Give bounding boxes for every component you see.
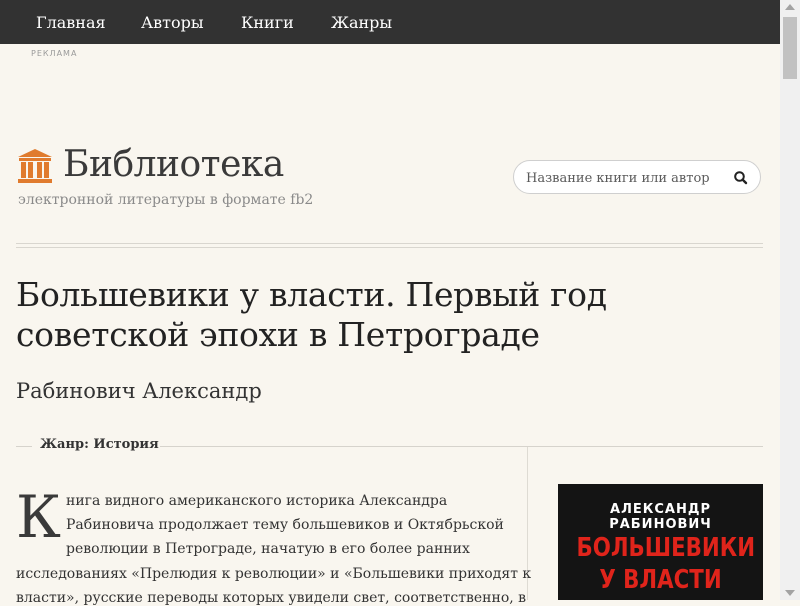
library-building-icon[interactable] (16, 148, 54, 186)
site-logo-title[interactable]: Библиотека (63, 144, 284, 185)
cover-author-text: АЛЕКСАНДР РАБИНОВИЧ (609, 502, 712, 532)
ad-label: РЕКЛАМА (31, 49, 78, 58)
book-cover-image[interactable]: АЛЕКСАНДР РАБИНОВИЧ БОЛЬШЕВИКИ У ВЛАСТИ (558, 484, 763, 600)
description-line: исследованиях «Прелюдия к революции» и «… (16, 566, 532, 582)
description-line: нига видного американского историка Алек… (66, 493, 448, 509)
search-box (513, 160, 761, 194)
cover-title-text: БОЛЬШЕВИКИ У ВЛАСТИ (576, 532, 756, 596)
nav-item-books[interactable]: Книги (241, 13, 294, 32)
cover-title-line: У ВЛАСТИ (599, 565, 722, 595)
genre-divider-left (16, 446, 32, 447)
site-tagline: электронной литературы в формате fb2 (18, 192, 314, 208)
search-icon[interactable] (732, 169, 750, 187)
nav-item-genres[interactable]: Жанры (331, 13, 392, 32)
nav-item-authors[interactable]: Авторы (141, 13, 204, 32)
description-dropcap: К (16, 483, 61, 551)
genre-divider-right (160, 446, 763, 447)
book-author-link[interactable]: Рабинович Александр (16, 379, 262, 403)
nav-item-home[interactable]: Главная (36, 13, 106, 32)
description-line: Рабиновича продолжает тему большевиков и… (66, 517, 504, 533)
top-navbar: Главная Авторы Книги Жанры (0, 0, 780, 44)
genre-row: Жанр: История (40, 437, 159, 452)
scroll-thumb[interactable] (783, 17, 797, 79)
header-divider (16, 243, 763, 248)
genre-label: Жанр: (40, 437, 89, 452)
genre-link[interactable]: История (93, 437, 158, 452)
vertical-scrollbar[interactable] (780, 0, 800, 600)
description-line: власти», русские переводы которых увидел… (16, 590, 527, 606)
scroll-up-arrow-icon[interactable] (785, 4, 795, 10)
description-line: революции в Петрограде, начатую в его бо… (66, 541, 470, 557)
book-title: Большевики у власти. Первый год советско… (16, 275, 607, 354)
search-input[interactable] (526, 169, 716, 187)
scroll-down-arrow-icon[interactable] (785, 590, 795, 596)
cover-title-line: БОЛЬШЕВИКИ (576, 533, 756, 563)
